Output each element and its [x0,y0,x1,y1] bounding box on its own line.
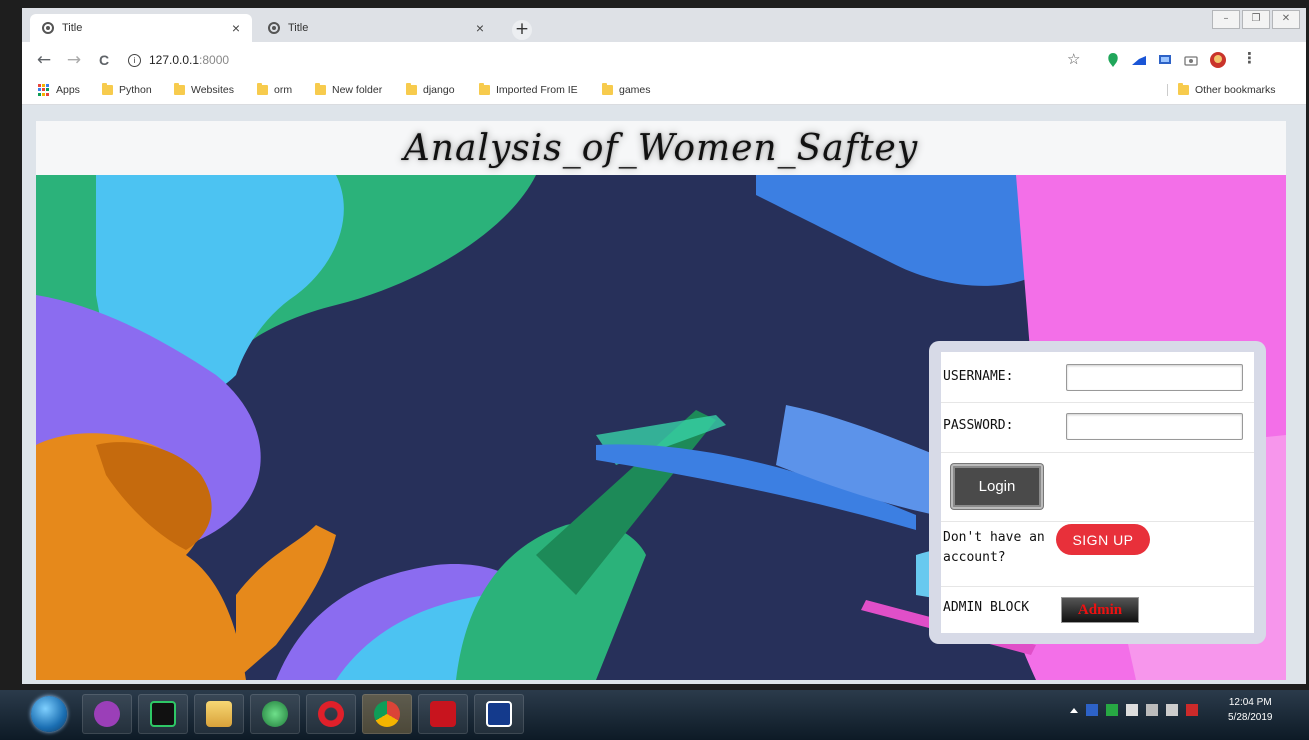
username-row: USERNAME: [941,352,1254,403]
clock-date: 5/28/2019 [1228,712,1273,723]
folder-icon [315,83,326,95]
remote-app-icon[interactable] [474,694,524,734]
admin-button[interactable]: Admin [1061,597,1139,623]
page-content: Analysis_of_Women_Saftey USERNAME: PASSW… [22,105,1306,684]
folder-icon [174,83,185,95]
desktop: Title × Title × + – ❐ ✕ ← → C i 127.0.0.… [0,0,1309,740]
tab-1-close-icon[interactable]: × [232,20,240,36]
extension-camera-icon[interactable] [1183,52,1199,68]
page-header: Analysis_of_Women_Saftey [36,121,1286,175]
info-icon[interactable]: i [128,53,141,67]
password-input[interactable] [1066,413,1243,440]
bookmark-label: Python [119,84,152,96]
folder-icon [602,83,613,95]
bookmark-games[interactable]: games [602,83,651,96]
bookmark-imported-from-ie[interactable]: Imported From IE [479,83,578,96]
password-label: PASSWORD: [943,418,1014,433]
bookmark-django[interactable]: django [406,83,455,96]
bookmark-orm[interactable]: orm [257,83,293,96]
extension-monitor-icon[interactable] [1157,52,1173,68]
forward-arrow-icon[interactable]: → [66,50,82,70]
reload-icon[interactable]: C [96,52,112,68]
signup-row: Don't have an account? SIGN UP [941,522,1254,587]
tab-strip: Title × Title × + – ❐ ✕ [22,8,1306,42]
tray-network-icon[interactable] [1106,704,1118,716]
address-host: 127.0.0.1 [149,53,200,67]
login-panel: USERNAME: PASSWORD: Login Don't have an … [929,341,1266,644]
folder-icon [406,83,417,95]
taskbar-clock[interactable]: 12:04 PM 5/28/2019 [1228,695,1273,725]
opera-icon[interactable] [306,694,356,734]
bookmark-label: New folder [332,84,383,96]
page-title: Analysis_of_Women_Saftey [403,127,919,169]
tray-app-icon[interactable] [1086,704,1098,716]
menu-icon[interactable]: ⋮ [1242,49,1258,67]
globe-icon [268,22,280,34]
system-tray [1070,704,1198,716]
bookmark-label: games [619,84,651,96]
tab-2[interactable]: Title × [256,14,496,42]
bookmark-label: Other bookmarks [1195,84,1276,96]
browser-toolbar: ← → C i 127.0.0.1:8000 ☆ ⋮ [22,42,1306,78]
tab-2-title: Title [288,22,309,34]
login-row: Login [941,464,1254,522]
tab-1[interactable]: Title × [30,14,252,42]
bookmark-websites[interactable]: Websites [174,83,234,96]
window-controls: – ❐ ✕ [1212,10,1300,29]
bookmark-label: Websites [191,84,234,96]
address-bar[interactable]: i 127.0.0.1:8000 [128,47,1168,73]
tray-flag-icon[interactable] [1126,704,1138,716]
signup-button[interactable]: SIGN UP [1056,524,1150,555]
volume-muted-icon[interactable] [1166,704,1178,716]
apps-grid-icon [38,84,50,96]
admin-label: ADMIN BLOCK [943,600,1030,615]
login-button[interactable]: Login [951,464,1043,509]
minimize-icon[interactable]: – [1212,10,1240,29]
bookmark-label: Apps [56,84,80,96]
tray-display-icon[interactable] [1146,704,1158,716]
file-explorer-icon[interactable] [194,694,244,734]
password-row: PASSWORD: [941,402,1254,453]
login-form: USERNAME: PASSWORD: Login Don't have an … [941,352,1254,633]
bookmark-other[interactable]: Other bookmarks [1167,83,1276,96]
restore-icon[interactable]: ❐ [1242,10,1270,29]
folder-icon [479,83,490,95]
folder-icon [1178,83,1189,95]
tray-expand-icon[interactable] [1070,707,1078,713]
tab-1-title: Title [62,22,83,34]
address-port: :8000 [199,53,230,67]
new-tab-button[interactable]: + [512,20,532,40]
hero-illustration: USERNAME: PASSWORD: Login Don't have an … [36,175,1286,680]
extension-green-icon[interactable] [1106,52,1122,68]
back-arrow-icon[interactable]: ← [36,50,52,70]
bookmark-apps[interactable]: Apps [38,84,80,96]
extension-blue-icon[interactable] [1131,52,1147,68]
profile-avatar[interactable] [1209,51,1226,68]
folder-icon [102,83,113,95]
tab-2-close-icon[interactable]: × [476,20,484,36]
admin-row: ADMIN BLOCK Admin [941,587,1254,633]
username-input[interactable] [1066,364,1243,391]
bookmark-label: orm [274,84,293,96]
globe-icon [42,22,54,34]
bookmarks-bar: Apps Python Websites orm New folder djan… [22,78,1306,105]
chrome-icon[interactable] [362,694,412,734]
start-button[interactable] [31,696,67,732]
username-label: USERNAME: [943,369,1014,384]
bookmark-star-icon[interactable]: ☆ [1067,50,1083,68]
acrobat-icon[interactable] [418,694,468,734]
signup-prompt: Don't have an account? [943,530,1045,565]
atom-icon[interactable] [250,694,300,734]
bookmark-label: django [423,84,455,96]
bookmark-python[interactable]: Python [102,83,152,96]
close-window-icon[interactable]: ✕ [1272,10,1300,29]
bookmark-new-folder[interactable]: New folder [315,83,383,96]
browser-window: Title × Title × + – ❐ ✕ ← → C i 127.0.0.… [22,8,1306,684]
bookmark-label: Imported From IE [496,84,578,96]
tray-alert-icon[interactable] [1186,704,1198,716]
clock-time: 12:04 PM [1228,697,1272,708]
folder-icon [257,83,268,95]
visual-studio-icon[interactable] [82,694,132,734]
pycharm-icon[interactable] [138,694,188,734]
